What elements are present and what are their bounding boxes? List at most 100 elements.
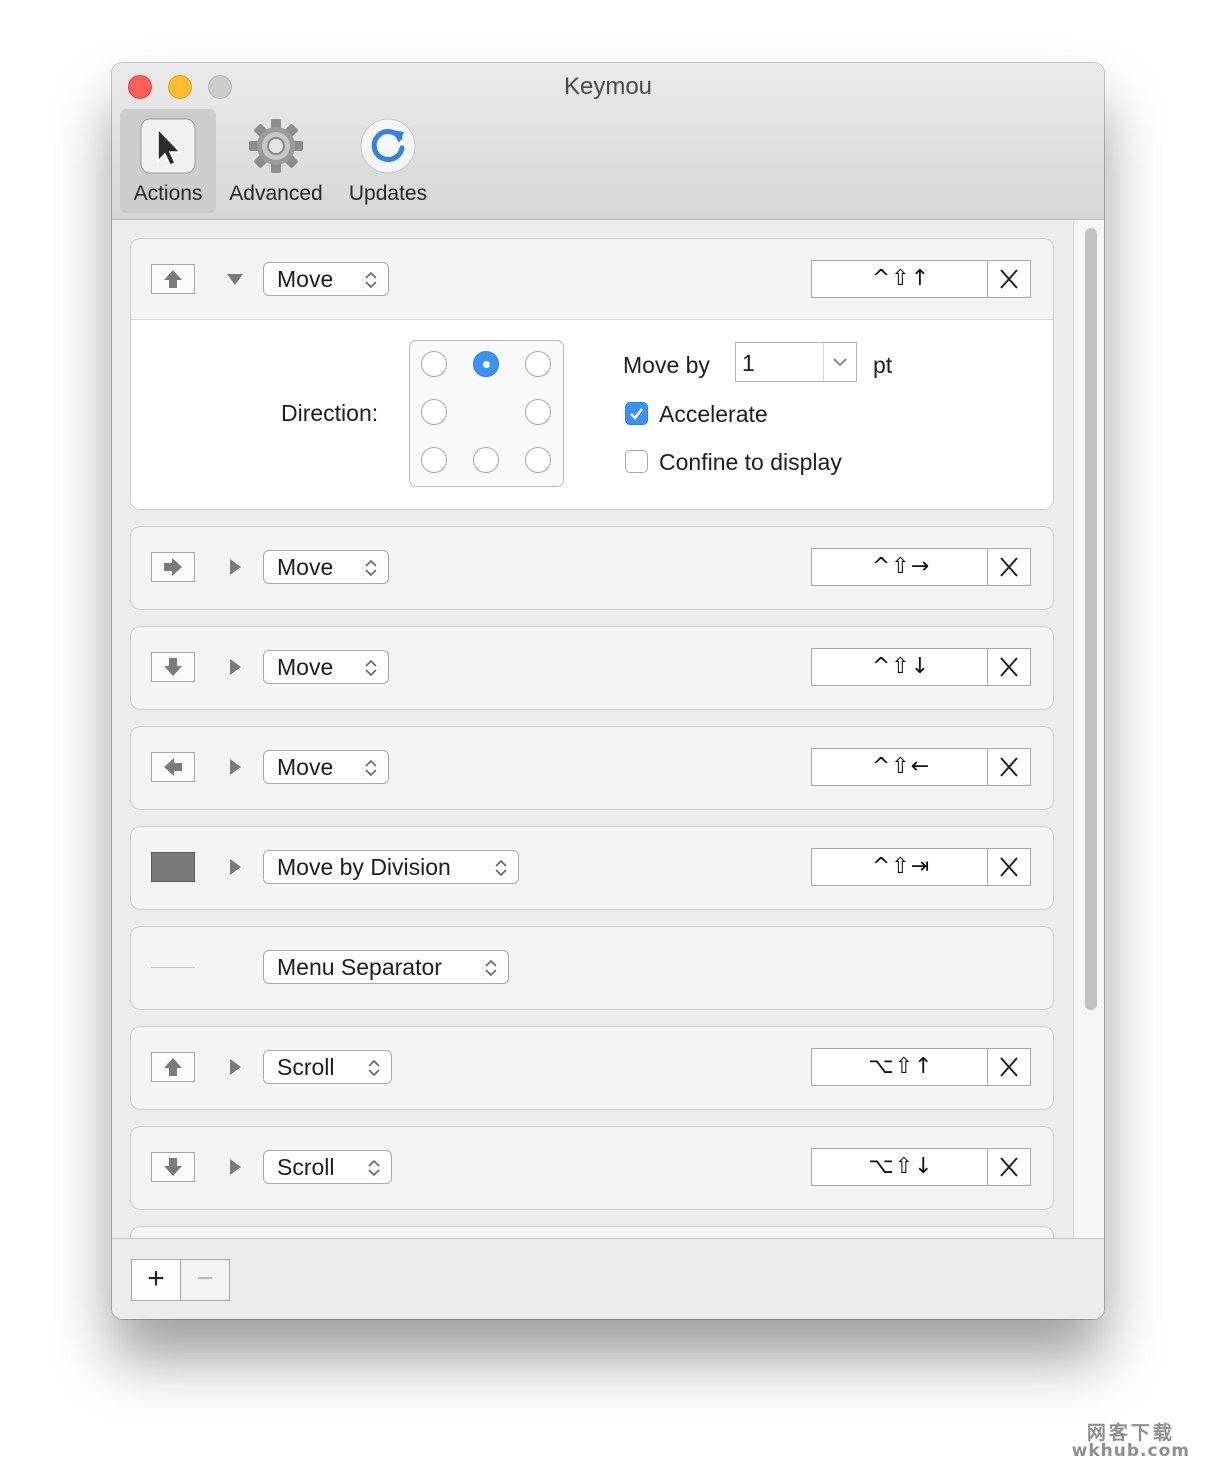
move-by-combobox[interactable]: 1 [735, 342, 857, 382]
toolbar-advanced-button[interactable]: Advanced [224, 109, 328, 213]
action-type-label: Move [277, 554, 334, 580]
shortcut-keys: ^⇧← [871, 754, 931, 779]
move-by-value: 1 [742, 350, 755, 376]
watermark: 网客下载 wkhub.com [1071, 1424, 1190, 1461]
clear-shortcut-button[interactable] [987, 261, 1030, 297]
close-icon [1000, 557, 1018, 577]
action-type-label: Move by Division [277, 854, 451, 880]
action-type-popup[interactable]: Move [263, 262, 389, 296]
shortcut-recorder[interactable]: ^⇧⇥ [811, 848, 1031, 886]
keymou-window: Keymou Actions Advanced Updates Move ^⇧↑… [112, 63, 1104, 1319]
disclosure-expanded-icon[interactable] [225, 269, 245, 289]
clear-shortcut-button[interactable] [987, 1049, 1030, 1085]
chevron-updown-icon [495, 859, 507, 877]
shortcut-keys: ⌥⇧↓ [868, 1154, 934, 1179]
action-row-move-left: Move ^⇧← [130, 726, 1054, 810]
action-row-partial [130, 1226, 1054, 1238]
action-type-label: Scroll [277, 1054, 335, 1080]
clear-shortcut-button[interactable] [987, 649, 1030, 685]
action-type-popup[interactable]: Move [263, 650, 389, 684]
shortcut-keys: ^⇧↓ [871, 654, 931, 679]
remove-action-button[interactable]: − [180, 1259, 230, 1301]
action-type-popup[interactable]: Scroll [263, 1050, 392, 1084]
shortcut-keys: ^⇧⇥ [871, 854, 931, 879]
chevron-updown-icon [485, 959, 497, 977]
disclosure-collapsed-icon[interactable] [225, 657, 245, 677]
disclosure-collapsed-icon[interactable] [225, 857, 245, 877]
disclosure-collapsed-icon[interactable] [225, 1057, 245, 1077]
arrow-up-icon[interactable] [151, 1052, 195, 1082]
toolbar-actions-button[interactable]: Actions [120, 109, 216, 213]
disclosure-collapsed-icon[interactable] [225, 557, 245, 577]
add-action-button[interactable]: + [131, 1259, 181, 1301]
chevron-updown-icon [365, 759, 377, 777]
clear-shortcut-button[interactable] [987, 549, 1030, 585]
chevron-updown-icon [368, 1159, 380, 1177]
move-by-label: Move by [623, 352, 710, 378]
shortcut-keys: ^⇧→ [871, 554, 931, 579]
toolbar-updates-button[interactable]: Updates [336, 109, 440, 213]
watermark-line2: wkhub.com [1071, 1441, 1190, 1461]
action-type-popup[interactable]: Move [263, 550, 389, 584]
shortcut-keys: ^⇧↑ [871, 266, 931, 291]
action-detail-panel: Direction: Move by 1 pt Accelerate Confi… [131, 319, 1053, 509]
action-row-move-down: Move ^⇧↓ [130, 626, 1054, 710]
bottom-bar: + − [112, 1238, 1104, 1319]
close-icon [1000, 657, 1018, 677]
action-type-label: Menu Separator [277, 954, 442, 980]
direction-top-left-radio[interactable] [421, 351, 447, 377]
window-title: Keymou [563, 73, 653, 100]
toolbar-advanced-label: Advanced [229, 182, 323, 205]
close-icon [1000, 269, 1018, 289]
action-type-popup[interactable]: Menu Separator [263, 950, 509, 984]
actions-list: Move ^⇧↑ Direction: Move by 1 pt Acceler… [112, 220, 1104, 1238]
vertical-scrollbar[interactable] [1085, 228, 1097, 1010]
action-row-scroll-up: Scroll ⌥⇧↑ [130, 1026, 1054, 1110]
direction-middle-left-radio[interactable] [421, 399, 447, 425]
arrow-up-icon[interactable] [151, 264, 195, 294]
action-row-menu-separator: Menu Separator [130, 926, 1054, 1010]
accelerate-label: Accelerate [659, 401, 768, 427]
arrow-left-icon[interactable] [151, 752, 195, 782]
move-by-dropdown-button[interactable] [823, 343, 856, 381]
chevron-down-icon [833, 358, 847, 367]
direction-top-center-radio[interactable] [473, 351, 499, 377]
direction-bottom-right-radio[interactable] [525, 447, 551, 473]
shortcut-recorder[interactable]: ^⇧↓ [811, 648, 1031, 686]
arrow-right-icon[interactable] [151, 552, 195, 582]
arrow-down-icon[interactable] [151, 1152, 195, 1182]
direction-label: Direction: [281, 400, 379, 426]
disclosure-collapsed-icon[interactable] [225, 757, 245, 777]
direction-bottom-left-radio[interactable] [421, 447, 447, 473]
close-icon [1000, 1157, 1018, 1177]
chevron-updown-icon [368, 1059, 380, 1077]
shortcut-recorder[interactable]: ⌥⇧↓ [811, 1148, 1031, 1186]
arrow-down-icon[interactable] [151, 652, 195, 682]
shortcut-recorder[interactable]: ⌥⇧↑ [811, 1048, 1031, 1086]
division-block-icon[interactable] [151, 852, 195, 882]
clear-shortcut-button[interactable] [987, 749, 1030, 785]
confine-to-display-checkbox[interactable] [625, 450, 648, 473]
direction-top-right-radio[interactable] [525, 351, 551, 377]
shortcut-recorder[interactable]: ^⇧← [811, 748, 1031, 786]
shortcut-recorder[interactable]: ^⇧→ [811, 548, 1031, 586]
refresh-icon [360, 118, 416, 174]
separator-line-icon [151, 967, 195, 968]
accelerate-checkbox[interactable] [625, 402, 648, 425]
action-row-move-up: Move ^⇧↑ Direction: Move by 1 pt Acceler… [130, 238, 1054, 510]
cursor-arrow-icon [140, 118, 196, 174]
clear-shortcut-button[interactable] [987, 849, 1030, 885]
disclosure-collapsed-icon[interactable] [225, 1157, 245, 1177]
action-type-label: Move [277, 654, 334, 680]
action-type-popup[interactable]: Move by Division [263, 850, 519, 884]
direction-middle-right-radio[interactable] [525, 399, 551, 425]
chevron-updown-icon [365, 659, 377, 677]
direction-bottom-center-radio[interactable] [473, 447, 499, 473]
clear-shortcut-button[interactable] [987, 1149, 1030, 1185]
action-type-popup[interactable]: Scroll [263, 1150, 392, 1184]
direction-grid [409, 340, 564, 487]
shortcut-recorder[interactable]: ^⇧↑ [811, 260, 1031, 298]
toolbar-actions-label: Actions [133, 182, 203, 205]
action-type-popup[interactable]: Move [263, 750, 389, 784]
action-row-move-by-division: Move by Division ^⇧⇥ [130, 826, 1054, 910]
